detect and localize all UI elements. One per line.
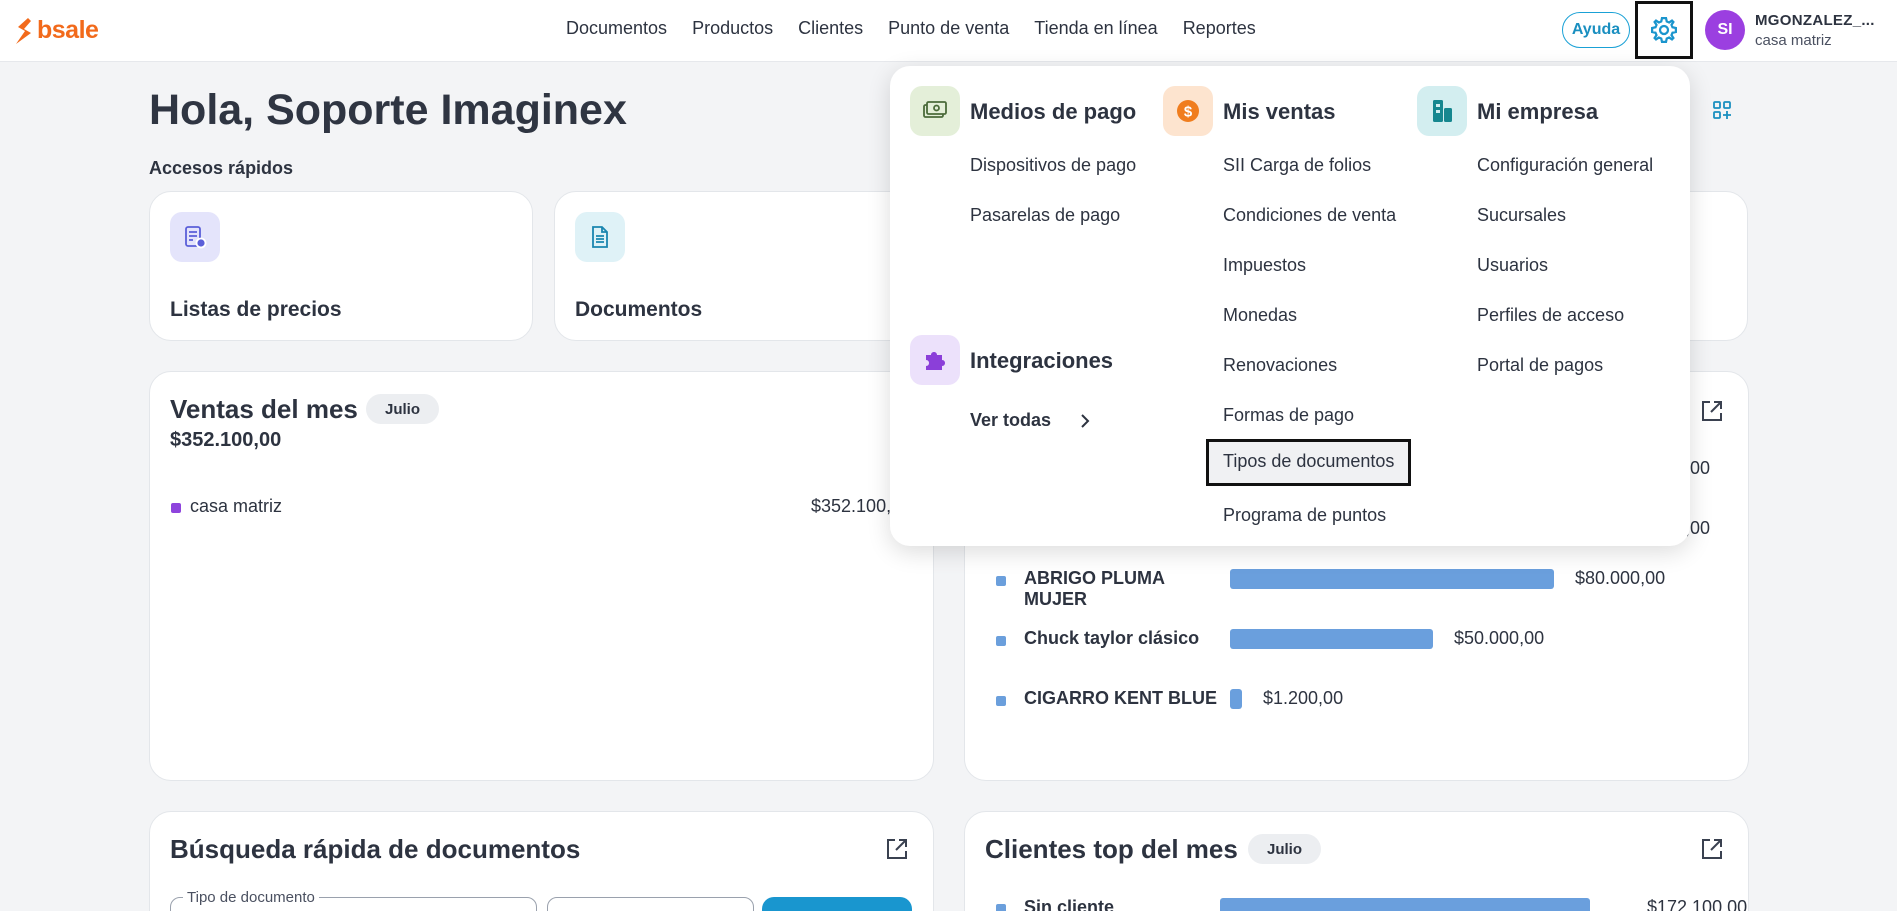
menu-item-payment-gateways[interactable]: Pasarelas de pago — [970, 205, 1120, 226]
client-value: $172.100,00 — [1647, 897, 1748, 911]
doc-type-label: Tipo de documento — [183, 889, 319, 906]
external-link-icon[interactable] — [1699, 398, 1725, 424]
sales-total: $352.100,00 — [170, 429, 282, 451]
menu-item-renewals[interactable]: Renovaciones — [1223, 355, 1337, 376]
nav-documentos[interactable]: Documentos — [566, 18, 667, 39]
integrations-title: Integraciones — [970, 348, 1114, 373]
gear-icon — [1651, 17, 1677, 43]
month-badge: Julio — [366, 394, 440, 424]
menu-item-taxes[interactable]: Impuestos — [1223, 255, 1306, 276]
menu-item-access-profiles[interactable]: Perfiles de acceso — [1477, 305, 1624, 326]
quick-search-title: Búsqueda rápida de documentos — [170, 834, 581, 864]
logo-text: bsale — [37, 16, 99, 44]
menu-item-payment-devices[interactable]: Dispositivos de pago — [970, 155, 1136, 176]
menu-item-general-config[interactable]: Configuración general — [1477, 155, 1653, 176]
bsale-logo-icon — [16, 17, 31, 44]
coin-icon: $ — [1163, 86, 1213, 136]
sales-month-card: Ventas del mes Julio $352.100,00 casa ma… — [149, 371, 934, 781]
product-label: CIGARRO KENT BLUE — [1024, 688, 1217, 708]
menu-item-points-program[interactable]: Programa de puntos — [1223, 505, 1386, 526]
top-clients-title: Clientes top del mes — [985, 834, 1238, 864]
quick-access-documents[interactable]: Documentos — [554, 191, 938, 341]
month-badge: Julio — [1248, 834, 1322, 864]
grid-add-icon[interactable] — [1713, 101, 1731, 119]
see-all-integrations-link[interactable]: Ver todas — [970, 410, 1093, 431]
page-title: Hola, Soporte Imaginex — [149, 86, 627, 134]
product-value: $50.000,00 — [1454, 628, 1545, 648]
menu-item-document-types[interactable]: Tipos de documentos — [1206, 439, 1412, 486]
building-icon — [1417, 86, 1467, 136]
nav-reportes[interactable]: Reportes — [1183, 18, 1256, 39]
product-bar — [1230, 629, 1433, 649]
client-label: Sin cliente — [1024, 897, 1115, 911]
my-sales-title: Mis ventas — [1223, 99, 1336, 124]
product-dot — [996, 636, 1006, 646]
puzzle-icon — [910, 335, 960, 385]
quick-access-label: Accesos rápidos — [149, 158, 294, 178]
see-all-label: Ver todas — [970, 410, 1052, 430]
product-dot — [996, 576, 1006, 586]
user-name[interactable]: MGONZALEZ_... — [1755, 12, 1875, 29]
client-dot — [996, 904, 1006, 911]
settings-button[interactable] — [1635, 1, 1693, 59]
cash-icon — [910, 86, 960, 136]
search-button[interactable] — [762, 897, 912, 911]
menu-item-payment-portal[interactable]: Portal de pagos — [1477, 355, 1603, 376]
menu-item-branches[interactable]: Sucursales — [1477, 205, 1566, 226]
external-link-icon[interactable] — [884, 836, 910, 862]
nav-clientes[interactable]: Clientes — [798, 18, 863, 39]
menu-item-users[interactable]: Usuarios — [1477, 255, 1548, 276]
product-value: $80.000,00 — [1575, 568, 1666, 588]
product-dot — [996, 696, 1006, 706]
quick-access-label-documents: Documentos — [575, 298, 703, 321]
top-header: bsale Documentos Productos Clientes Punt… — [0, 0, 1897, 62]
product-label: ABRIGO PLUMA MUJER — [1024, 568, 1165, 609]
document-icon — [575, 212, 625, 262]
product-label: Chuck taylor clásico — [1024, 628, 1200, 648]
doc-number-input[interactable] — [547, 897, 754, 911]
product-bar — [1230, 689, 1242, 709]
menu-item-folios[interactable]: SII Carga de folios — [1223, 155, 1371, 176]
top-clients-card: Clientes top del mes Julio Sin cliente $… — [964, 811, 1749, 911]
bsale-logo[interactable]: bsale — [14, 16, 99, 45]
my-company-title: Mi empresa — [1477, 99, 1599, 124]
main-nav: Documentos Productos Clientes Punto de v… — [566, 18, 1256, 39]
nav-tienda-en-linea[interactable]: Tienda en línea — [1034, 18, 1157, 39]
svg-text:$: $ — [1184, 104, 1193, 121]
client-bar — [1220, 898, 1590, 911]
menu-item-currencies[interactable]: Monedas — [1223, 305, 1297, 326]
quick-access-label-price-lists: Listas de precios — [170, 298, 342, 321]
quick-access-price-lists[interactable]: Listas de precios — [149, 191, 533, 341]
legend-dot — [171, 503, 181, 513]
help-button[interactable]: Ayuda — [1562, 12, 1630, 48]
payment-methods-title: Medios de pago — [970, 99, 1137, 124]
product-bar — [1230, 569, 1554, 589]
chevron-right-icon — [1081, 413, 1090, 428]
legend-value: $352.100, — [811, 496, 892, 516]
nav-productos[interactable]: Productos — [692, 18, 773, 39]
menu-item-payment-forms[interactable]: Formas de pago — [1223, 405, 1354, 426]
avatar[interactable]: SI — [1705, 10, 1745, 50]
menu-item-sale-conditions[interactable]: Condiciones de venta — [1223, 205, 1396, 226]
user-branch: casa matriz — [1755, 32, 1832, 49]
nav-punto-de-venta[interactable]: Punto de venta — [888, 18, 1009, 39]
sales-month-title: Ventas del mes — [170, 394, 358, 424]
price-list-icon — [170, 212, 220, 262]
product-value: $1.200,00 — [1263, 688, 1344, 708]
external-link-icon[interactable] — [1699, 836, 1725, 862]
quick-search-card: Búsqueda rápida de documentos Tipo de do… — [149, 811, 934, 911]
settings-dropdown: Medios de pago Dispositivos de pago Pasa… — [890, 66, 1690, 546]
legend-label: casa matriz — [190, 496, 283, 516]
